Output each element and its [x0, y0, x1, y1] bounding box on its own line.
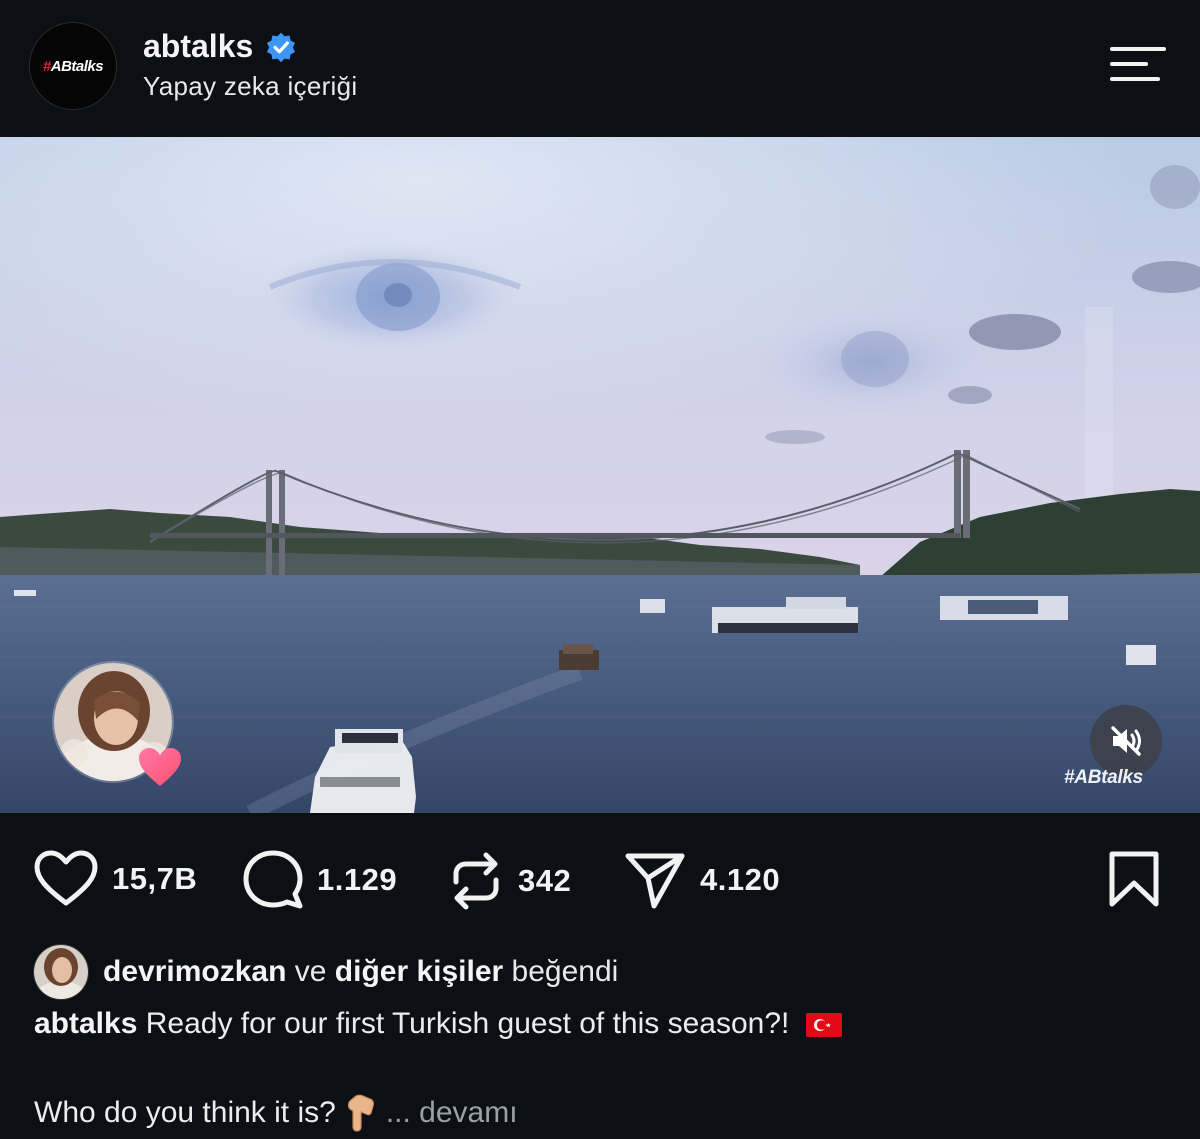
profile-logo: #ABtalks	[42, 57, 104, 75]
liker-username[interactable]: devrimozkan	[103, 955, 286, 988]
liker-avatar[interactable]	[33, 944, 89, 1000]
comment-icon[interactable]	[243, 850, 303, 910]
comment-action[interactable]: 1.129	[243, 850, 397, 910]
muted-speaker-icon	[1111, 726, 1141, 756]
username-row: abtalks	[143, 28, 297, 65]
share-action[interactable]: 4.120	[624, 850, 780, 910]
liker-portrait	[34, 945, 88, 999]
heart-badge-icon	[139, 748, 181, 786]
heart-icon[interactable]	[34, 850, 98, 908]
action-bar: 15,7B 1.129 342 4.120	[0, 813, 1200, 943]
profile-avatar[interactable]: #ABtalks	[29, 22, 117, 110]
liked-connector: ve	[294, 955, 327, 988]
ai-content-label: Yapay zeka içeriği	[143, 71, 358, 101]
verified-badge-icon	[267, 32, 296, 62]
bookmark-icon[interactable]	[1108, 851, 1160, 907]
username[interactable]: abtalks	[143, 28, 253, 65]
show-more-link[interactable]: ... devamı	[386, 1096, 518, 1130]
turkey-flag-icon	[805, 1013, 842, 1038]
share-count: 4.120	[700, 862, 781, 897]
caption-text: Ready for our first Turkish guest of thi…	[145, 1007, 790, 1040]
like-action[interactable]: 15,7B	[34, 850, 197, 908]
caption-question: Who do you think it is?	[34, 1096, 336, 1129]
liked-verb: beğendi	[511, 955, 619, 988]
repost-count: 342	[518, 863, 572, 898]
caption-line-2: Who do you think it is? ... devamı	[34, 1093, 518, 1133]
repost-icon[interactable]	[448, 850, 504, 912]
post-media[interactable]: #ABtalks	[0, 137, 1200, 813]
bosphorus-video-frame	[0, 137, 1200, 813]
comment-count: 1.129	[317, 862, 398, 897]
liked-by-row: devrimozkan ve diğer kişiler beğendi	[33, 944, 618, 1000]
caption-line-1: abtalks Ready for our first Turkish gues…	[34, 1007, 842, 1041]
media-watermark: #ABtalks	[1064, 767, 1143, 788]
liked-others-link[interactable]: diğer kişiler	[335, 955, 503, 988]
menu-icon[interactable]	[1110, 47, 1168, 81]
pointing-down-icon	[347, 1094, 374, 1132]
post-header: #ABtalks abtalks Yapay zeka içeriği	[0, 0, 1200, 137]
caption-username[interactable]: abtalks	[34, 1007, 137, 1040]
like-count: 15,7B	[112, 861, 198, 896]
send-icon[interactable]	[624, 850, 686, 910]
repost-action[interactable]: 342	[448, 850, 571, 912]
